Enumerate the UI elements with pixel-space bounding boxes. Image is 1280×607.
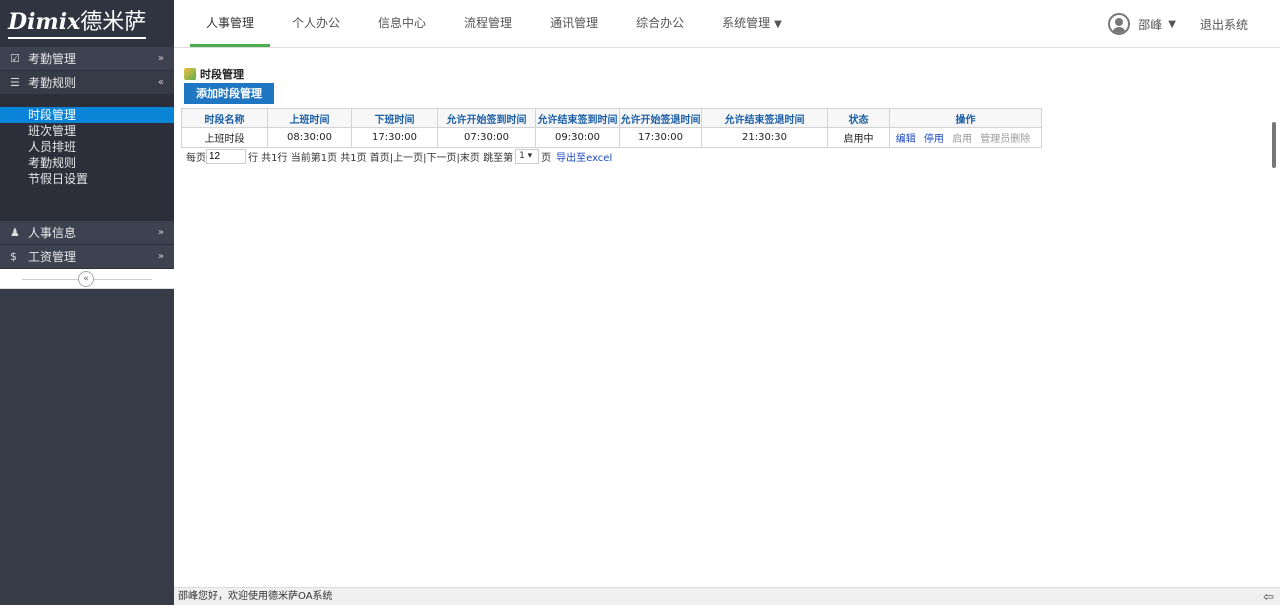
disable-link[interactable]: 停用 xyxy=(924,134,944,145)
export-excel-link[interactable]: 导出至excel xyxy=(556,149,612,164)
per-page-input[interactable] xyxy=(206,149,246,164)
cell-status: 启用中 xyxy=(828,128,890,148)
sidebar-collapse-bar: « xyxy=(0,269,174,289)
logo: Dimix德米萨 xyxy=(0,0,174,47)
collapse-icon: « xyxy=(158,77,164,88)
expand-icon: » xyxy=(158,227,164,238)
chevron-down-icon[interactable]: ▼ xyxy=(1168,19,1176,30)
menu-group-label: 考勤规则 xyxy=(28,74,76,91)
cell-sign-in-end: 09:30:00 xyxy=(536,128,620,148)
menu-group-hr-info[interactable]: ♟ 人事信息 » xyxy=(0,221,174,245)
page-select[interactable]: 1 ▾ xyxy=(515,149,539,164)
column-header[interactable]: 上班时间 xyxy=(268,109,352,128)
column-header[interactable]: 允许结束签到时间 xyxy=(536,109,620,128)
column-header[interactable]: 允许结束签退时间 xyxy=(702,109,828,128)
logout-link[interactable]: 退出系统 xyxy=(1200,16,1248,33)
sidebar-item-rules[interactable]: 考勤规则 xyxy=(0,155,174,171)
page-title: 时段管理 xyxy=(184,66,244,82)
sidebar-item-scheduling[interactable]: 人员排班 xyxy=(0,139,174,155)
sidebar-item-shifts[interactable]: 班次管理 xyxy=(0,123,174,139)
welcome-text: 邵峰您好，欢迎使用德米萨OA系统 xyxy=(178,591,333,602)
time-slot-table: 时段名称 上班时间 下班时间 允许开始签到时间 允许结束签到时间 允许开始签退时… xyxy=(181,108,1042,148)
cell-sign-out-end: 21:30:30 xyxy=(702,128,828,148)
tab-personal-office[interactable]: 个人办公 xyxy=(276,0,356,47)
submenu: 时段管理 班次管理 人员排班 考勤规则 节假日设置 xyxy=(0,95,174,221)
tab-info-center[interactable]: 信息中心 xyxy=(362,0,442,47)
clock-icon xyxy=(184,68,196,80)
person-icon: ♟ xyxy=(10,226,24,239)
tab-communication[interactable]: 通讯管理 xyxy=(534,0,614,47)
menu-group-salary[interactable]: $ 工资管理 » xyxy=(0,245,174,269)
column-header[interactable]: 允许开始签到时间 xyxy=(438,109,536,128)
user-area: 邵峰 ▼ 退出系统 xyxy=(1108,0,1248,48)
sidebar-item-time-slots[interactable]: 时段管理 xyxy=(0,107,174,123)
dollar-icon: $ xyxy=(10,250,24,263)
pager-info: 行 共1行 当前第1页 共1页 首页|上一页|下一页|末页 跳至第 xyxy=(248,149,513,164)
tab-general-office[interactable]: 综合办公 xyxy=(620,0,700,47)
sidebar-item-holidays[interactable]: 节假日设置 xyxy=(0,171,174,187)
topbar: 人事管理 个人办公 信息中心 流程管理 通讯管理 综合办公 系统管理 ▼ 邵峰 ▼… xyxy=(174,0,1280,48)
page-suffix: 页 xyxy=(541,149,551,164)
column-header[interactable]: 状态 xyxy=(828,109,890,128)
pager: 每页 行 共1行 当前第1页 共1页 首页|上一页|下一页|末页 跳至第 1 ▾… xyxy=(186,149,612,164)
menu-group-attendance[interactable]: ☑ 考勤管理 » xyxy=(0,47,174,71)
cell-sign-out-start: 17:30:00 xyxy=(620,128,702,148)
add-time-slot-button[interactable]: 添加时段管理 xyxy=(184,83,274,104)
footer: 邵峰您好，欢迎使用德米萨OA系统 ⇦ xyxy=(174,587,1280,605)
back-arrow-icon[interactable]: ⇦ xyxy=(1263,589,1274,607)
cell-sign-in-start: 07:30:00 xyxy=(438,128,536,148)
menu-group-label: 工资管理 xyxy=(28,248,76,265)
avatar-icon[interactable] xyxy=(1108,13,1130,35)
table-header-row: 时段名称 上班时间 下班时间 允许开始签到时间 允许结束签到时间 允许开始签退时… xyxy=(182,109,1042,128)
menu-group-label: 人事信息 xyxy=(28,224,76,241)
tab-workflow[interactable]: 流程管理 xyxy=(448,0,528,47)
enable-link: 启用 xyxy=(952,134,972,145)
scrollbar[interactable] xyxy=(1272,122,1276,168)
cell-name: 上班时段 xyxy=(182,128,268,148)
edit-link[interactable]: 编辑 xyxy=(896,134,916,145)
collapse-sidebar-button[interactable]: « xyxy=(78,271,94,287)
tab-system-label: 系统管理 xyxy=(722,16,770,30)
cell-operations: 编辑 停用 启用 管理员删除 xyxy=(890,128,1042,148)
page-title-text: 时段管理 xyxy=(200,66,244,82)
menu-group-attendance-rules[interactable]: ☰ 考勤规则 « xyxy=(0,71,174,95)
cell-off-time: 17:30:00 xyxy=(352,128,438,148)
expand-icon: » xyxy=(158,251,164,262)
column-header[interactable]: 时段名称 xyxy=(182,109,268,128)
checkbox-icon: ☑ xyxy=(10,52,24,65)
per-page-label: 每页 xyxy=(186,149,206,164)
column-header[interactable]: 下班时间 xyxy=(352,109,438,128)
logo-text: Dimix德米萨 xyxy=(8,8,146,39)
tab-hr[interactable]: 人事管理 xyxy=(190,0,270,47)
sidebar: Dimix德米萨 ☑ 考勤管理 » ☰ 考勤规则 « 时段管理 班次管理 人员排… xyxy=(0,0,174,605)
column-header: 操作 xyxy=(890,109,1042,128)
column-header[interactable]: 允许开始签退时间 xyxy=(620,109,702,128)
top-nav: 人事管理 个人办公 信息中心 流程管理 通讯管理 综合办公 系统管理 ▼ xyxy=(190,0,804,47)
chevron-down-icon: ▼ xyxy=(774,19,782,30)
tab-system[interactable]: 系统管理 ▼ xyxy=(706,0,798,47)
cell-on-time: 08:30:00 xyxy=(268,128,352,148)
admin-delete-link: 管理员删除 xyxy=(980,134,1030,145)
expand-icon: » xyxy=(158,53,164,64)
menu-group-label: 考勤管理 xyxy=(28,50,76,67)
list-icon: ☰ xyxy=(10,76,24,89)
user-name[interactable]: 邵峰 xyxy=(1138,16,1162,33)
main-content: 时段管理 添加时段管理 时段名称 上班时间 下班时间 允许开始签到时间 允许结束… xyxy=(174,48,1280,587)
table-row[interactable]: 上班时段 08:30:00 17:30:00 07:30:00 09:30:00… xyxy=(182,128,1042,148)
